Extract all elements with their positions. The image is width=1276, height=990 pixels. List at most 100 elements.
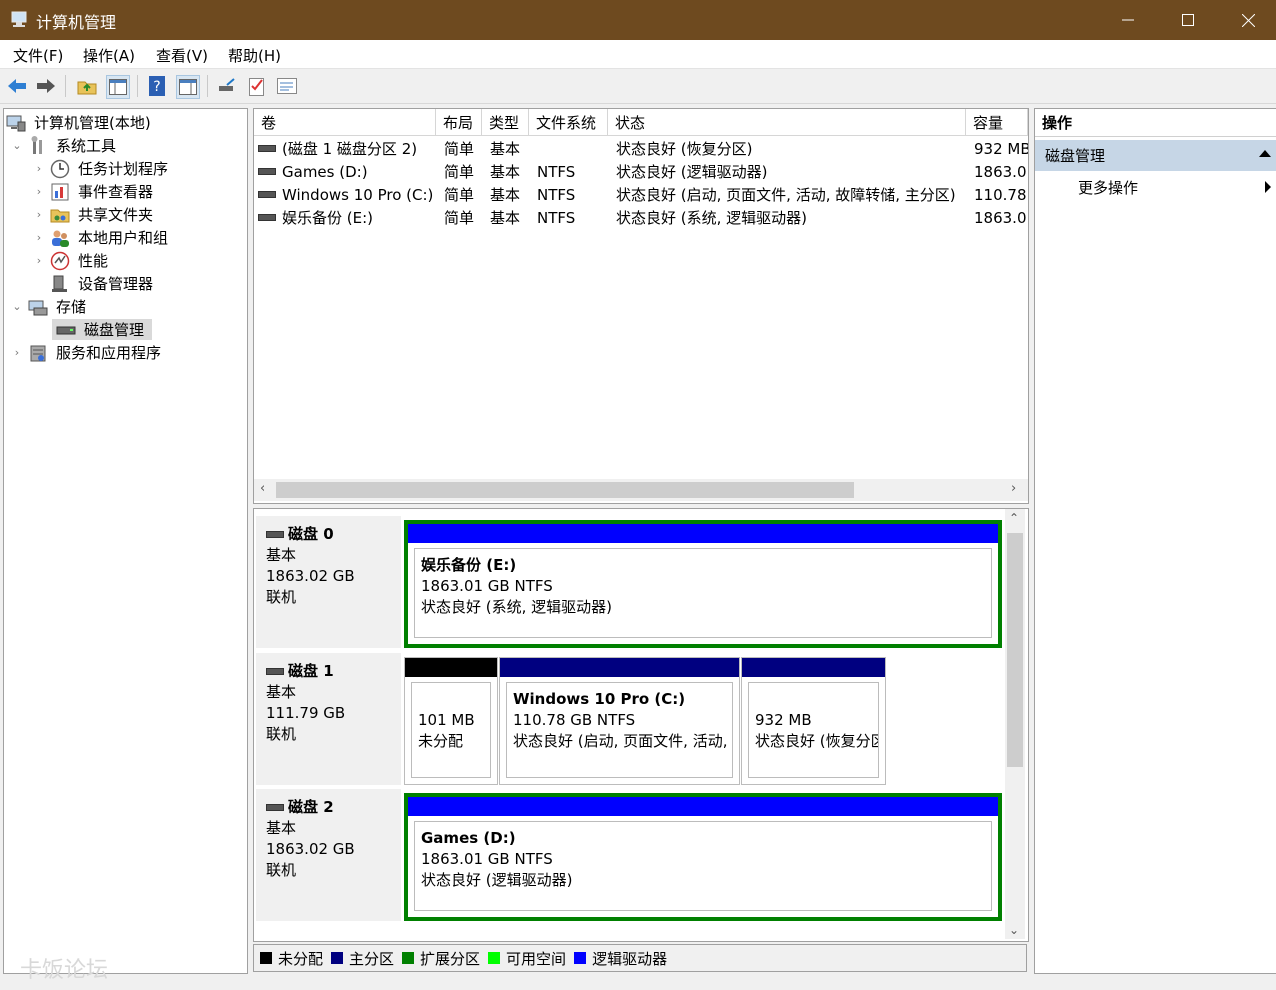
back-button[interactable]	[6, 75, 28, 97]
minimize-button[interactable]	[1098, 0, 1158, 40]
legend-label: 主分区	[349, 949, 395, 968]
cell-fs: NTFS	[529, 183, 608, 206]
tree-item-local-users[interactable]: › 本地用户和组	[4, 226, 247, 249]
actions-section-disk-management[interactable]: 磁盘管理	[1035, 140, 1276, 171]
chevron-right-icon[interactable]: ›	[32, 162, 46, 175]
scroll-down-icon[interactable]: ⌄	[1009, 923, 1019, 937]
tree-item-services-apps[interactable]: › 服务和应用程序	[4, 341, 247, 364]
partition-name: 娱乐备份 (E:)	[421, 556, 517, 574]
properties-button[interactable]	[246, 75, 268, 97]
disk-icon	[56, 320, 76, 340]
column-header-volume[interactable]: 卷	[254, 109, 436, 136]
chevron-right-icon[interactable]: ›	[32, 185, 46, 198]
tree-label-storage: 存储	[56, 298, 87, 316]
disk-kind: 基本	[266, 546, 297, 564]
tree-item-storage[interactable]: ⌄ 存储	[4, 295, 247, 318]
horizontal-scroll-thumb[interactable]	[276, 482, 854, 498]
menu-view[interactable]: 查看(V)	[156, 45, 208, 66]
column-header-type[interactable]: 类型	[482, 109, 529, 136]
vertical-scrollbar[interactable]: ⌃ ⌄	[1005, 509, 1025, 939]
chevron-right-icon[interactable]: ›	[32, 208, 46, 221]
tree-label-local-users: 本地用户和组	[78, 229, 169, 247]
chevron-down-icon[interactable]: ⌄	[10, 139, 24, 152]
partition-status: 状态良好 (启动, 页面文件, 活动, 故障转储, 主分区)	[513, 732, 732, 750]
forward-button[interactable]	[35, 75, 57, 97]
volume-icon	[258, 145, 276, 152]
menu-action[interactable]: 操作(A)	[83, 45, 135, 66]
tree-item-task-scheduler[interactable]: › 任务计划程序	[4, 157, 247, 180]
connect-button[interactable]	[216, 75, 238, 97]
chevron-right-icon[interactable]: ›	[32, 231, 46, 244]
table-row[interactable]: Games (D:) 简单基本 NTFS 状态良好 (逻辑驱动器) 1863.01	[254, 160, 1028, 183]
tree-item-system-tools[interactable]: ⌄ 系统工具	[4, 134, 247, 157]
table-row[interactable]: 娱乐备份 (E:) 简单基本 NTFS 状态良好 (系统, 逻辑驱动器) 1863.01	[254, 206, 1028, 229]
maximize-button[interactable]	[1158, 0, 1218, 40]
legend-swatch	[574, 952, 587, 964]
horizontal-scrollbar[interactable]: ‹ ›	[254, 479, 1028, 501]
cell-text-layout: 简单	[444, 163, 475, 181]
chevron-right-icon[interactable]: ›	[32, 254, 46, 267]
show-hide-console-tree-button[interactable]	[106, 75, 130, 99]
actions-section-label: 磁盘管理	[1045, 147, 1106, 165]
column-header-status[interactable]: 状态	[608, 109, 966, 136]
tree-item-device-manager[interactable]: 设备管理器	[4, 272, 247, 295]
window-list-icon	[277, 78, 297, 94]
scroll-up-icon[interactable]: ⌃	[1009, 511, 1019, 525]
menu-help[interactable]: 帮助(H)	[228, 45, 281, 66]
partition-block[interactable]: 101 MB 未分配	[404, 657, 498, 785]
tree-item-shared-folders[interactable]: › 共享文件夹	[4, 203, 247, 226]
column-header-filesystem[interactable]: 文件系统	[529, 109, 608, 136]
disk-info-panel[interactable]: 磁盘 0 基本 1863.02 GB 联机	[256, 516, 402, 648]
console-tree-icon	[109, 79, 127, 95]
partition-block[interactable]: Games (D:) 1863.01 GB NTFS 状态良好 (逻辑驱动器)	[404, 793, 1002, 921]
scroll-left-icon[interactable]: ‹	[260, 481, 265, 496]
checklist-icon	[249, 78, 264, 96]
cell-status: 状态良好 (逻辑驱动器)	[608, 160, 966, 183]
view-button[interactable]	[276, 75, 298, 97]
menu-bar: 文件(F) 操作(A) 查看(V) 帮助(H)	[0, 40, 1276, 69]
show-action-pane-button[interactable]	[176, 75, 200, 99]
cell-text-type: 基本	[490, 140, 521, 158]
actions-pane: 操作 磁盘管理 更多操作	[1034, 108, 1276, 974]
disk-info-panel[interactable]: 磁盘 1 基本 111.79 GB 联机	[256, 653, 402, 785]
disk-kind: 基本	[266, 819, 297, 837]
volume-icon	[258, 168, 276, 175]
disk-kind: 基本	[266, 683, 297, 701]
tree-item-event-viewer[interactable]: › 事件查看器	[4, 180, 247, 203]
chevron-down-icon[interactable]: ⌄	[10, 300, 24, 313]
partition-block[interactable]: 娱乐备份 (E:) 1863.01 GB NTFS 状态良好 (系统, 逻辑驱动…	[404, 520, 1002, 648]
title-bar[interactable]: 计算机管理	[0, 0, 1276, 40]
tree-item-disk-management[interactable]: 磁盘管理	[4, 318, 247, 341]
column-header-capacity[interactable]: 容量	[966, 109, 1028, 136]
disk-name: 磁盘 0	[266, 524, 401, 545]
cell-text-status: 状态良好 (恢复分区)	[616, 140, 753, 158]
action-pane-icon	[179, 79, 197, 95]
table-row[interactable]: Windows 10 Pro (C:) 简单 基本 NTFS 状态良好 (启动, 页面文…	[254, 183, 1028, 206]
scroll-right-icon[interactable]: ›	[1011, 481, 1016, 496]
partition-block[interactable]: 932 MB 状态良好 (恢复分区)	[741, 657, 886, 785]
column-header-layout[interactable]: 布局	[436, 109, 482, 136]
disk-icon	[266, 804, 284, 811]
table-row[interactable]: (磁盘 1 磁盘分区 2) 简单 基本 状态良好 (恢复分区) 932 MB	[254, 137, 1028, 160]
tree-item-root[interactable]: 计算机管理(本地)	[4, 111, 247, 134]
partition-name	[418, 689, 484, 710]
close-icon	[1241, 13, 1255, 27]
partition-block[interactable]: Windows 10 Pro (C:) 110.78 GB NTFS 状态良好 …	[499, 657, 740, 785]
menu-file[interactable]: 文件(F)	[13, 45, 63, 66]
shared-folder-icon	[50, 205, 70, 225]
tree-item-performance[interactable]: › 性能	[4, 249, 247, 272]
close-button[interactable]	[1218, 0, 1276, 40]
cell-text-volume: 娱乐备份 (E:)	[282, 209, 374, 227]
up-folder-button[interactable]	[76, 75, 98, 97]
tree-label-disk-management: 磁盘管理	[84, 321, 145, 339]
cell-text-type: 基本	[490, 186, 521, 204]
help-button[interactable]: ?	[146, 75, 168, 97]
cell-type: 基本	[482, 160, 529, 183]
collapse-triangle-icon[interactable]	[1259, 150, 1271, 157]
chevron-right-icon[interactable]: ›	[10, 346, 24, 359]
partition-size: 932 MB	[755, 711, 812, 729]
disk-info-panel[interactable]: 磁盘 2 基本 1863.02 GB 联机	[256, 789, 402, 921]
cell-text-fs: NTFS	[537, 185, 576, 204]
more-actions-item[interactable]: 更多操作	[1035, 173, 1276, 201]
vertical-scroll-thumb[interactable]	[1007, 533, 1023, 767]
